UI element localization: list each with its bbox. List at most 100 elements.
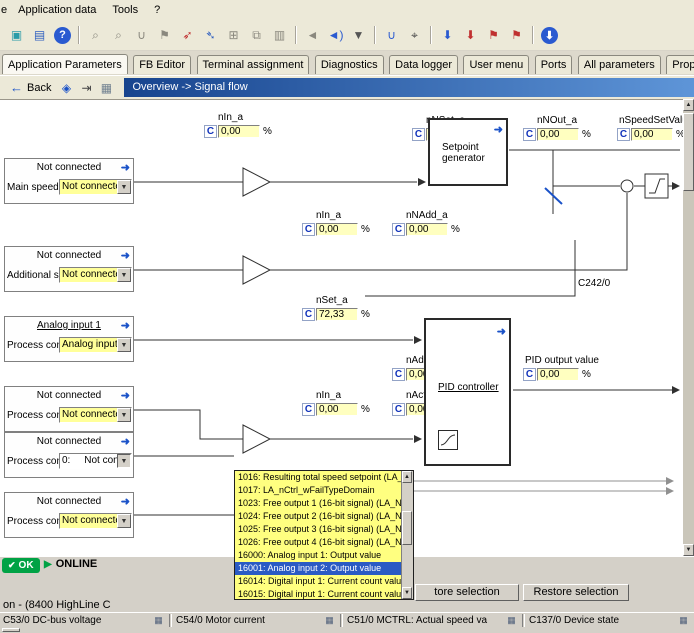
scrollbar-thumb[interactable] [402,511,412,545]
monitor-cell-icon[interactable]: ▦ [152,615,165,626]
code-button[interactable]: C [204,125,217,138]
chevron-down-icon[interactable]: ▼ [348,25,369,46]
channel-source-combo-open[interactable]: 0: Not con ▼ [59,453,132,469]
code-button[interactable]: C [392,223,405,236]
menu-item-partial[interactable]: e [0,2,10,18]
chevron-down-icon[interactable]: ▼ [117,514,131,528]
dropdown-option[interactable]: 1026: Free output 4 (16-bit signal) (LA_… [235,536,401,549]
pid-controller-block[interactable]: PID controller ➜ [424,318,511,466]
goto-window-icon[interactable]: ⇥ [77,79,95,97]
code-button[interactable]: C [523,368,536,381]
find-icon[interactable]: ⌕ [85,25,106,46]
code-button[interactable]: C [523,128,536,141]
monitor-cell-icon[interactable]: ▦ [677,615,690,626]
goto-arrow-icon[interactable]: ➜ [121,435,130,448]
pid-controller-label[interactable]: PID controller [438,382,499,393]
sound-icon[interactable]: ◄) [325,25,346,46]
canvas-vertical-scrollbar[interactable]: ▲ ▼ [683,99,694,556]
value-field[interactable]: 0,00 [537,128,579,141]
monitor-cell-dc-bus-voltage[interactable]: C53/0 DC-bus voltage ▦ [0,613,168,628]
find-next-icon[interactable]: ⌕ [108,25,129,46]
value-field[interactable]: 0,00 [631,128,673,141]
tab-application-parameters[interactable]: Application Parameters [2,54,128,74]
value-field[interactable]: 0,00 [537,368,579,381]
chevron-down-icon[interactable]: ▼ [117,408,131,422]
binoculars-icon[interactable]: ⌖ [404,25,425,46]
value-field[interactable]: 0,00 [316,403,358,416]
flag-icon[interactable]: ⚑ [154,25,175,46]
monitor-cell-device-state[interactable]: C137/0 Device state ▦ [526,613,693,628]
window-list-icon[interactable]: ▥ [269,25,290,46]
dropdown-option[interactable]: 16014: Digital input 1: Current count va… [235,575,401,588]
window-new-icon[interactable]: ⊞ [223,25,244,46]
code-button[interactable]: C [412,128,425,141]
channel-source-combo[interactable]: Not connected ▼ [59,513,132,529]
goto-arrow-icon[interactable]: ➜ [497,325,506,338]
dropdown-option[interactable]: 1023: Free output 1 (16-bit signal) (LA_… [235,497,401,510]
tab-user-menu[interactable]: User menu [463,55,529,74]
monitor-cell-actual-speed[interactable]: C51/0 MCTRL: Actual speed va ▦ [344,613,521,628]
value-field[interactable]: 0,00 [406,223,448,236]
dropdown-option[interactable]: 1017: LA_nCtrl_wFailTypeDomain [235,484,401,497]
dropdown-option[interactable]: 1016: Resulting total speed setpoint (LA… [235,471,401,484]
menu-item-application-data[interactable]: Application data [10,2,104,18]
magnet-icon[interactable]: ∪ [131,25,152,46]
setpoint-generator-block[interactable]: Setpoint generator ➜ [428,118,508,186]
channel-source-combo[interactable]: Analog input 1: O... ▼ [59,337,132,353]
grid-icon[interactable]: ▦ [97,79,115,97]
arrow-red-icon[interactable]: ➶ [177,25,198,46]
chevron-down-icon[interactable]: ▼ [117,338,131,352]
dropdown-option[interactable]: 1024: Free output 2 (16-bit signal) (LA_… [235,510,401,523]
code-button[interactable]: C [302,403,315,416]
goto-arrow-icon[interactable]: ➜ [121,161,130,174]
value-field[interactable]: 0,00 [218,125,260,138]
flag-red2-icon[interactable]: ⚑ [506,25,527,46]
goto-arrow-icon[interactable]: ➜ [121,495,130,508]
characteristic-curve-icon[interactable] [438,430,458,450]
code-button[interactable]: C [392,368,405,381]
scrollbar-thumb[interactable] [683,113,694,191]
transfer-icon[interactable]: ⬇ [541,27,558,44]
scroll-up-icon[interactable]: ▲ [683,99,694,111]
channel-source-combo[interactable]: Not connected ▼ [59,179,132,195]
channel-source-combo[interactable]: Not connected ▼ [59,267,132,283]
monitor-cell-icon[interactable]: ▦ [323,615,336,626]
diamond-icon[interactable]: ◈ [57,79,75,97]
flag-red-icon[interactable]: ⚑ [483,25,504,46]
dropdown-option[interactable]: 1025: Free output 3 (16-bit signal) (LA_… [235,523,401,536]
monitor-cell-motor-current[interactable]: C54/0 Motor current ▦ [173,613,339,628]
code-button[interactable]: C [392,403,405,416]
download-blue-icon[interactable]: ⬇ [437,25,458,46]
value-field[interactable]: 0,00 [316,223,358,236]
goto-arrow-icon[interactable]: ➜ [494,123,503,136]
channel-source-label[interactable]: Analog input 1 [37,320,101,331]
restore-selection-button[interactable]: Restore selection [523,584,629,601]
menu-item-help[interactable]: ? [146,2,168,18]
tab-all-parameters[interactable]: All parameters [578,55,661,74]
arrow-blue-icon[interactable]: ➴ [200,25,221,46]
monitor-cell-icon[interactable]: ▦ [505,615,518,626]
code-button[interactable]: C [302,308,315,321]
help-icon[interactable]: ? [54,27,71,44]
tab-diagnostics[interactable]: Diagnostics [315,55,384,74]
dropdown-option[interactable]: 16000: Analog input 1: Output value [235,549,401,562]
tab-ports[interactable]: Ports [535,55,573,74]
menu-item-tools[interactable]: Tools [104,2,146,18]
back-button[interactable]: ← Back [5,78,56,97]
store-selection-button[interactable]: tore selection [415,584,519,601]
value-field[interactable]: 72,33 [316,308,358,321]
app-window-icon[interactable]: ▣ [6,25,27,46]
scroll-up-icon[interactable]: ▲ [402,471,412,483]
goto-arrow-icon[interactable]: ➜ [121,319,130,332]
channel-source-combo[interactable]: Not connected ▼ [59,407,132,423]
scroll-down-icon[interactable]: ▼ [683,544,694,556]
goto-arrow-icon[interactable]: ➜ [121,249,130,262]
scroll-down-icon[interactable]: ▼ [402,587,412,599]
magnet-blue-icon[interactable]: ∪ [381,25,402,46]
chevron-down-icon[interactable]: ▼ [117,268,131,282]
tab-fb-editor[interactable]: FB Editor [133,55,191,74]
nav-back-icon[interactable]: ◄ [302,25,323,46]
window-cascade-icon[interactable]: ⧉ [246,25,267,46]
download-red-icon[interactable]: ⬇ [460,25,481,46]
code-button[interactable]: C [617,128,630,141]
